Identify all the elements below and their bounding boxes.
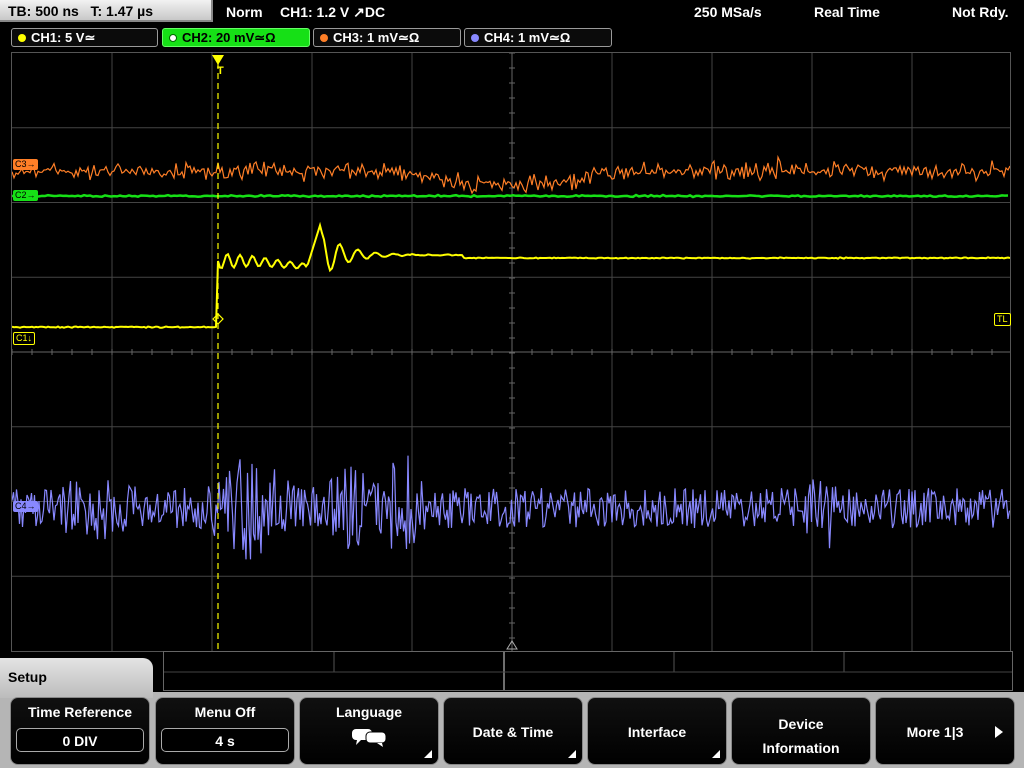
interface-softkey[interactable]: Interface: [587, 697, 727, 765]
waveform-canvas: [12, 53, 1010, 651]
channel-2-offset-marker[interactable]: C2→: [13, 190, 38, 201]
trigger-level-marker[interactable]: TL: [994, 313, 1011, 326]
channel-1-label: CH1: 5 V≃: [31, 30, 96, 45]
date-time-label: Date & Time: [472, 724, 554, 740]
menu-off-label: Menu Off: [194, 704, 256, 720]
channel-2-button[interactable]: CH2: 20 mV≃Ω: [162, 28, 310, 47]
lower-strip-grid: [164, 652, 1012, 690]
channel-3-label: CH3: 1 mV≃Ω: [333, 30, 420, 45]
trigger-position-arrow-icon: [212, 55, 224, 65]
acquisition-mode: Real Time: [814, 4, 880, 20]
more-label: More 1|3: [906, 724, 964, 740]
more-softkey[interactable]: More 1|3: [875, 697, 1015, 765]
channel-4-color-dot: [471, 34, 479, 42]
timebase-value: TB: 500 ns: [8, 3, 79, 19]
time-reference-value: 0 DIV: [16, 728, 144, 752]
language-softkey[interactable]: Language: [299, 697, 439, 765]
channel-4-label: CH4: 1 mV≃Ω: [484, 30, 571, 45]
channel-1-waveform: [12, 221, 1010, 329]
channel-3-button[interactable]: CH3: 1 mV≃Ω: [313, 28, 461, 47]
channel-2-label: CH2: 20 mV≃Ω: [182, 30, 276, 45]
sample-rate: 250 MSa/s: [694, 4, 762, 20]
channel-4-button[interactable]: CH4: 1 mV≃Ω: [464, 28, 612, 47]
device-information-softkey[interactable]: Device Information: [731, 697, 871, 765]
trigger-mode: Norm: [226, 4, 263, 20]
menu-title: Setup: [8, 669, 47, 685]
channel-3-color-dot: [320, 34, 328, 42]
submenu-corner-icon: [568, 750, 576, 758]
channel-2-waveform: [12, 193, 1009, 199]
trigger-time-value: T: 1.47 µs: [90, 3, 154, 19]
trigger-info: CH1: 1.2 V ↗DC: [280, 4, 386, 20]
speech-bubble-icon: [352, 729, 387, 747]
menu-off-value: 4 s: [161, 728, 289, 752]
trigger-status: Not Rdy.: [952, 4, 1009, 20]
menu-title-tab: Setup: [0, 658, 153, 698]
channel-4-waveform: [12, 455, 1010, 560]
device-information-line1: Device: [778, 716, 824, 732]
lower-display-strip: [163, 651, 1013, 691]
channel-1-color-dot: [18, 34, 26, 42]
trigger-marker-label: T: [217, 65, 224, 77]
device-information-label: Device Information: [732, 712, 870, 760]
interface-label: Interface: [627, 724, 687, 740]
channel-4-offset-marker[interactable]: C4→: [13, 501, 38, 512]
time-reference-label: Time Reference: [27, 704, 132, 720]
channel-1-offset-marker[interactable]: C1↓: [13, 332, 36, 345]
graticule-ticks: [12, 53, 993, 639]
channel-1-button[interactable]: CH1: 5 V≃: [11, 28, 158, 47]
submenu-corner-icon: [424, 750, 432, 758]
device-information-line2: Information: [762, 740, 840, 756]
channel-3-offset-marker[interactable]: C3→: [13, 159, 38, 170]
menu-off-softkey[interactable]: Menu Off 4 s: [155, 697, 295, 765]
time-reference-softkey[interactable]: Time Reference 0 DIV: [10, 697, 150, 765]
timebase-box[interactable]: TB: 500 ns T: 1.47 µs: [0, 0, 213, 22]
arrow-right-icon: [995, 726, 1003, 738]
channel-2-color-dot: [169, 34, 177, 42]
submenu-corner-icon: [712, 750, 720, 758]
date-time-softkey[interactable]: Date & Time: [443, 697, 583, 765]
waveform-display[interactable]: T C3→ C2→ C1↓ C4→ TL: [11, 52, 1011, 652]
language-label: Language: [335, 704, 403, 720]
